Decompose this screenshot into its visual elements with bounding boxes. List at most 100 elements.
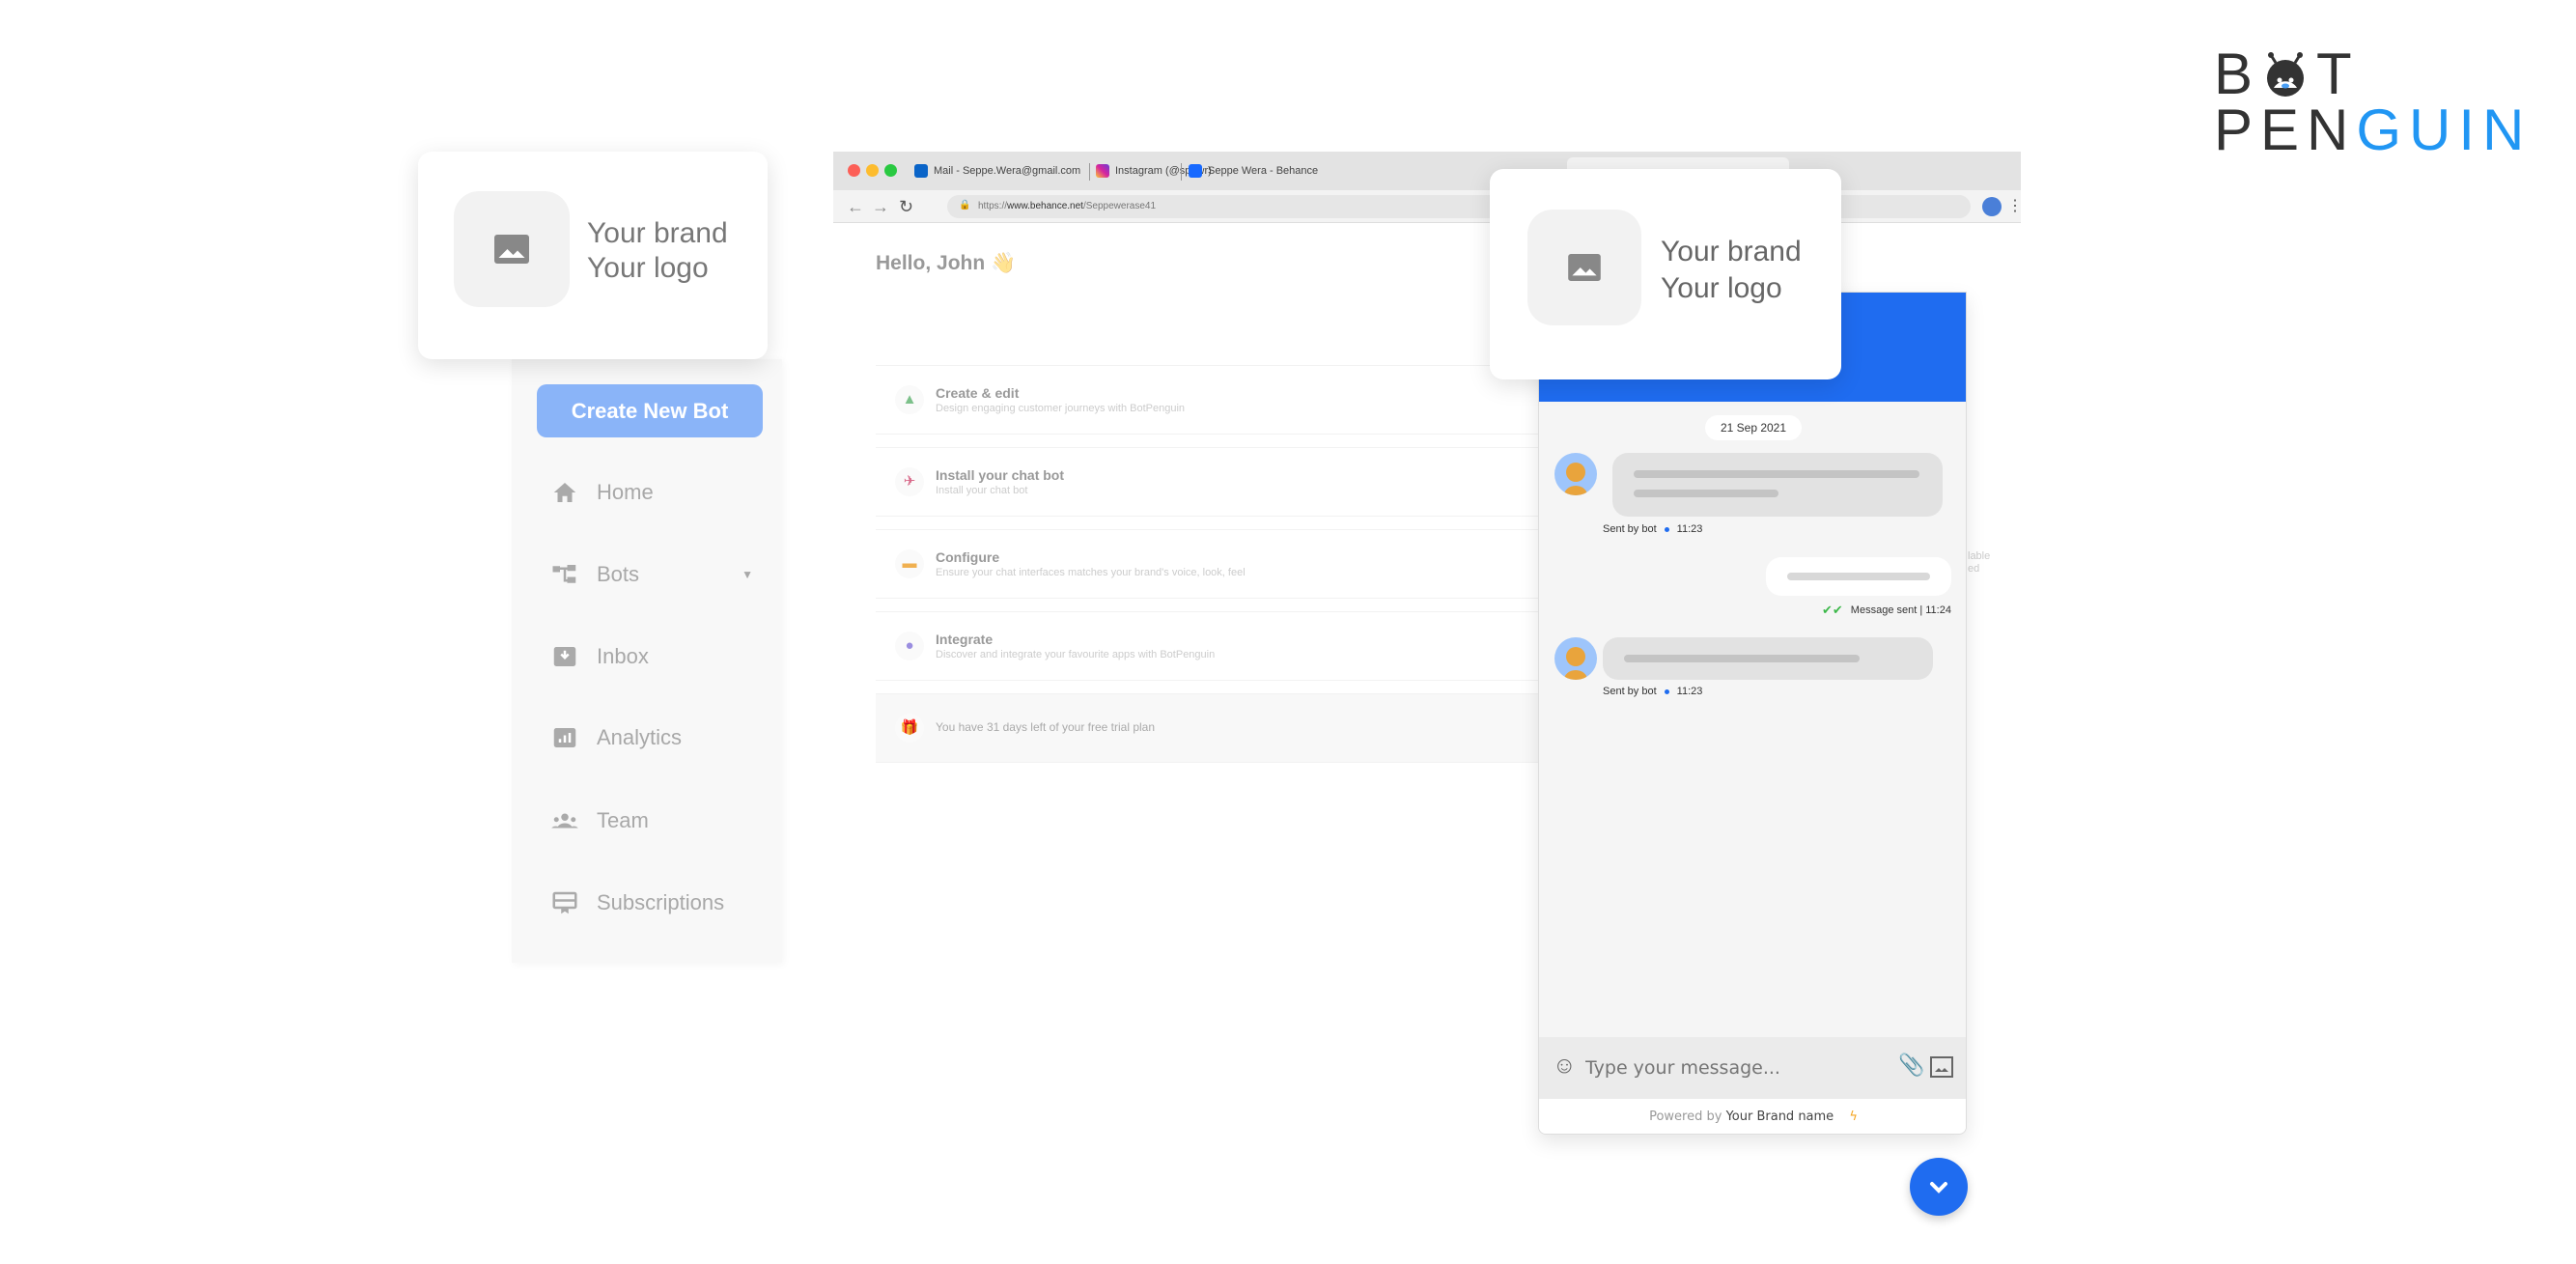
sidebar-item-bots[interactable]: Bots ▼	[550, 555, 753, 594]
image-upload-icon[interactable]	[1930, 1056, 1953, 1078]
partial-text-line: lable	[1968, 550, 1991, 562]
rocket-icon: ✈	[895, 467, 924, 496]
tab-label: Seppe Wera - Behance	[1208, 165, 1319, 177]
card-desc: Install your chat bot	[936, 485, 1028, 496]
tab-behance[interactable]: Seppe Wera - Behance	[1189, 160, 1318, 182]
lock-icon: 🔒	[959, 200, 971, 211]
card-configure[interactable]: ▬ Configure Ensure your chat interfaces ma…	[876, 529, 1552, 599]
dot-icon	[1664, 688, 1669, 694]
card-create-edit[interactable]: ▲ Create & edit Design engaging customer j…	[876, 365, 1552, 435]
logo-text-blue: GUIN	[2356, 98, 2533, 162]
emoji-icon[interactable]: ☺	[1553, 1053, 1577, 1080]
inbox-icon	[553, 647, 576, 666]
botpenguin-logo: BT PENGUIN	[2214, 45, 2532, 159]
card-title: Install your chat bot	[936, 467, 1065, 483]
subscriptions-icon	[552, 891, 577, 914]
wave-icon: 👋	[991, 252, 1017, 274]
powered-by-footer: Powered by Your Brand name ϟ	[1539, 1099, 1966, 1134]
brand-name-link[interactable]: Your Brand name	[1726, 1110, 1834, 1124]
logo-text-dark: PEN	[2214, 98, 2357, 162]
tab-label: Mail - Seppe.Wera@gmail.com	[934, 165, 1081, 177]
bot-avatar	[1554, 453, 1597, 495]
penguin-icon	[2267, 52, 2305, 97]
cake-icon: ▬	[895, 549, 924, 578]
chevron-down-icon[interactable]: ▼	[742, 568, 753, 581]
tab-mail[interactable]: Mail - Seppe.Wera@gmail.com	[914, 160, 1080, 182]
greeting-text: Hello, John	[876, 252, 986, 274]
bolt-icon: ϟ	[1849, 1110, 1858, 1124]
brand-line: Your brand	[587, 217, 728, 249]
message-status: Message sent | 11:24	[1850, 604, 1951, 616]
image-icon	[1568, 254, 1601, 281]
date-pill: 21 Sep 2021	[1705, 415, 1802, 440]
message-input-bar: ☺ 📎	[1539, 1037, 1966, 1099]
bot-message-meta: Sent by bot 11:23	[1603, 523, 1702, 535]
back-icon[interactable]: ←	[847, 197, 864, 217]
partial-text-line: ed	[1968, 563, 1980, 575]
brand-text: Your brand Your logo	[587, 216, 728, 286]
logo-placeholder	[454, 191, 570, 307]
url-prefix: https://	[978, 201, 1008, 211]
logo-line-1: BT	[2214, 45, 2532, 103]
reload-icon[interactable]: ↻	[899, 197, 913, 217]
brand-text: Your brand Your logo	[1661, 234, 1802, 307]
url-path: /Seppewerase41	[1082, 201, 1157, 211]
user-message-bubble	[1766, 557, 1951, 596]
home-icon	[553, 483, 576, 502]
attachment-icon[interactable]: 📎	[1898, 1053, 1924, 1078]
card-integrate[interactable]: ● Integrate Discover and integrate your fa…	[876, 611, 1552, 681]
bot-message-meta: Sent by bot 11:23	[1603, 686, 1702, 697]
sidebar-item-label: Inbox	[597, 644, 649, 668]
bot-message-bubble	[1612, 453, 1943, 517]
chat-widget: 21 Sep 2021 Sent by bot 11:23 ✔✔ Message s…	[1538, 292, 1967, 1135]
message-input[interactable]	[1585, 1054, 1875, 1081]
url-domain: www.behance.net	[1007, 201, 1083, 211]
sidebar-item-label: Bots	[597, 562, 640, 586]
user-message-meta: ✔✔ Message sent | 11:24	[1822, 603, 1951, 618]
sidebar-item-inbox[interactable]: Inbox	[550, 637, 753, 676]
sidebar-item-analytics[interactable]: Analytics	[550, 718, 753, 757]
chevron-down-icon	[1930, 1182, 1947, 1194]
maximize-window-button[interactable]	[884, 164, 897, 177]
sidebar-item-label: Team	[597, 808, 649, 832]
close-window-button[interactable]	[848, 164, 860, 177]
minimize-window-button[interactable]	[866, 164, 879, 177]
collapse-chat-button[interactable]	[1910, 1158, 1968, 1216]
logo-line: Your logo	[1661, 272, 1782, 304]
compass-icon: ●	[895, 632, 924, 660]
brand-logo-card: Your brand Your logo	[1490, 169, 1841, 379]
sidebar-item-label: Analytics	[597, 725, 683, 749]
message-time: 11:23	[1676, 686, 1703, 697]
sent-by-label: Sent by bot	[1603, 686, 1657, 697]
sidebar-item-subscriptions[interactable]: Subscriptions	[550, 884, 753, 922]
menu-icon[interactable]: ⋮	[2007, 196, 2023, 215]
tab-divider	[1089, 163, 1090, 181]
sent-by-label: Sent by bot	[1603, 523, 1657, 535]
tab-bar: Mail - Seppe.Wera@gmail.com Instagram (@…	[833, 152, 2021, 190]
forward-icon[interactable]: →	[872, 197, 889, 217]
bot-message-bubble	[1603, 637, 1933, 680]
logo-line: Your logo	[587, 252, 709, 284]
logo-letter: T	[2316, 42, 2360, 106]
logo-placeholder	[1527, 210, 1641, 325]
image-icon	[494, 235, 529, 264]
sidebar-item-label: Subscriptions	[597, 890, 725, 914]
team-icon	[551, 813, 578, 829]
sidebar-item-home[interactable]: Home	[550, 473, 753, 512]
create-new-bot-button[interactable]: Create New Bot	[537, 384, 763, 437]
profile-avatar[interactable]	[1982, 197, 2002, 216]
sidebar-item-team[interactable]: Team	[550, 801, 753, 840]
gift-icon: 🎁	[895, 714, 924, 743]
outlook-icon	[914, 164, 928, 178]
logo-line-2: PENGUIN	[2214, 101, 2532, 159]
message-time: 11:23	[1676, 523, 1703, 535]
trial-banner: 🎁 You have 31 days left of your free tria…	[876, 693, 1552, 763]
trial-text: You have 31 days left of your free trial…	[936, 720, 1156, 734]
brand-logo-card: Your brand Your logo	[418, 152, 768, 359]
card-title: Create & edit	[936, 385, 1020, 401]
partial-text: lable ed	[1968, 550, 1990, 576]
brand-line: Your brand	[1661, 236, 1802, 267]
sidebar-item-label: Home	[597, 480, 654, 504]
analytics-icon	[553, 728, 576, 747]
card-install[interactable]: ✈ Install your chat bot Install your chat …	[876, 447, 1552, 517]
